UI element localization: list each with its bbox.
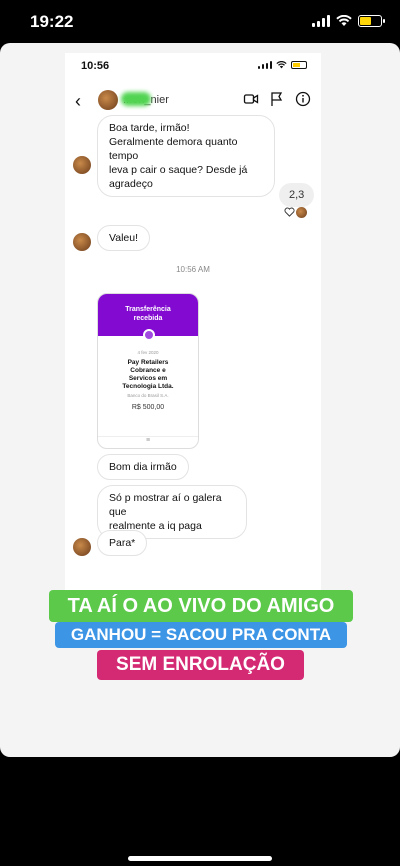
- receipt-bank: Banco do Brasil S.A.: [127, 393, 169, 398]
- video-call-icon[interactable]: [243, 91, 259, 107]
- sender-avatar: [73, 538, 91, 556]
- inner-status-time: 10:56: [81, 60, 110, 72]
- message-bubble: Valeu!: [97, 225, 150, 251]
- inner-signal-icon: [258, 61, 272, 69]
- header-actions: [243, 91, 311, 107]
- signal-icon: [312, 15, 330, 27]
- chat-header: ‹ ...on_nier: [65, 83, 321, 119]
- receipt-amount: R$ 500,00: [131, 404, 165, 411]
- story-text-sticker-3: SEM ENROLAÇÃO: [97, 650, 304, 680]
- heart-icon: [284, 207, 295, 217]
- status-icons: [312, 15, 385, 27]
- home-indicator[interactable]: [128, 856, 272, 861]
- sender-avatar: [73, 156, 91, 174]
- avatar[interactable]: [98, 90, 118, 110]
- receipt-logo-icon: [143, 329, 155, 341]
- story-card: 10:56 ‹ ...on_nier: [0, 43, 400, 757]
- chat-screenshot: 10:56 ‹ ...on_nier: [65, 53, 321, 625]
- inner-battery-icon: [291, 61, 307, 69]
- receipt-footer-icon: ≡: [98, 436, 198, 448]
- receipt-date: 4 fev 2020: [137, 350, 159, 355]
- story-text-sticker-1: TA AÍ O AO VIVO DO AMIGO: [49, 590, 353, 622]
- inner-status-icons: [258, 61, 307, 69]
- inner-wifi-icon: [276, 61, 287, 69]
- message-timestamp: 10:56 AM: [176, 265, 210, 274]
- transfer-receipt-image[interactable]: Transferência recebida 4 fev 2020 Pay Re…: [97, 293, 199, 449]
- battery-icon: [358, 15, 385, 27]
- message-bubble: Boa tarde, irmão! Geralmente demora quan…: [97, 115, 275, 197]
- flag-icon[interactable]: [269, 91, 285, 107]
- username-blur-overlay: [121, 92, 151, 106]
- message-bubble: Para*: [97, 530, 148, 556]
- info-icon[interactable]: [295, 91, 311, 107]
- wifi-icon: [336, 15, 352, 26]
- status-bar: 19:22: [0, 0, 400, 44]
- story-text-sticker-2: GANHOU = SACOU PRA CONTA: [55, 622, 347, 648]
- inner-status-bar: 10:56: [65, 53, 321, 77]
- reaction-avatar: [296, 207, 307, 218]
- back-icon[interactable]: ‹: [75, 91, 81, 112]
- sender-avatar: [73, 233, 91, 251]
- message-bubble: Bom dia irmão: [97, 454, 189, 480]
- own-message-bubble: 2,3: [279, 183, 315, 207]
- status-time: 19:22: [30, 12, 74, 31]
- receipt-company: Pay Retailers Cobrance e Servicos em Tec…: [122, 359, 174, 390]
